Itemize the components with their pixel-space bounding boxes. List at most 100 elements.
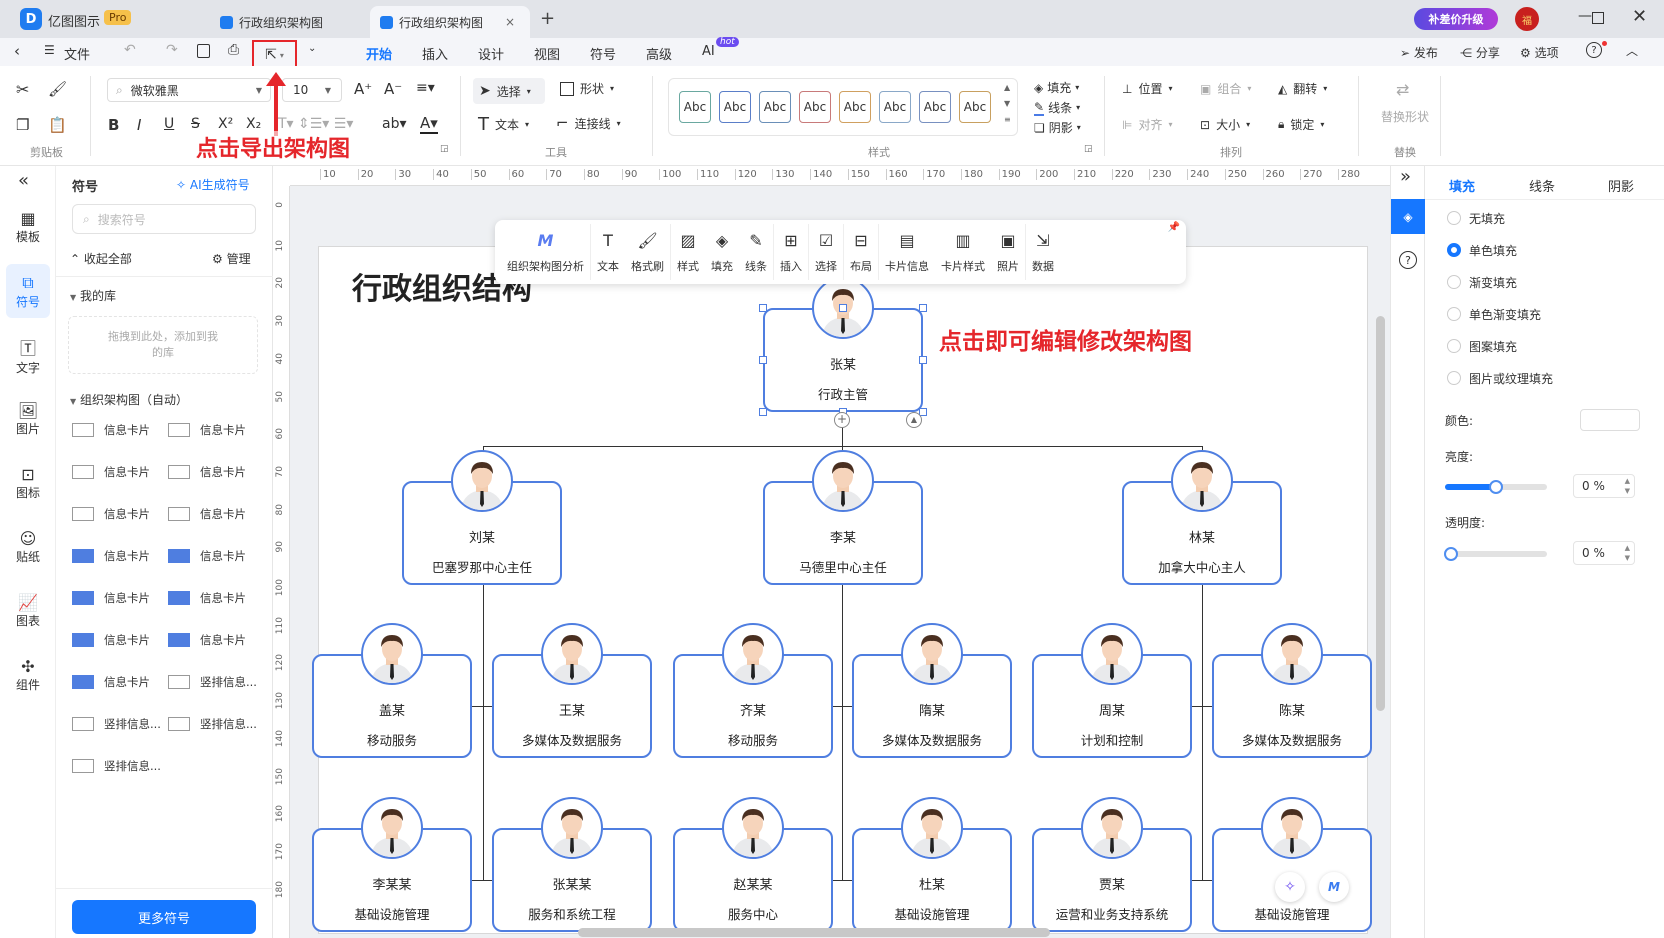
opacity-slider[interactable] bbox=[1444, 547, 1547, 561]
brightness-slider[interactable] bbox=[1445, 480, 1547, 494]
italic-icon[interactable]: I bbox=[137, 116, 141, 134]
collapse-all-button[interactable]: ⌃ 收起全部 bbox=[70, 250, 132, 267]
symbol-item[interactable]: 信息卡片 bbox=[168, 506, 246, 522]
symbol-item[interactable]: 竖排信息... bbox=[168, 674, 257, 690]
selection-handle[interactable] bbox=[839, 304, 847, 312]
selection-handle[interactable] bbox=[759, 304, 767, 312]
manage-button[interactable]: ⚙ 管理 bbox=[212, 250, 251, 267]
file-menu[interactable]: 文件 bbox=[64, 44, 90, 63]
float-tool-5[interactable]: ✎ 线条 bbox=[739, 224, 773, 280]
selection-handle[interactable] bbox=[919, 356, 927, 364]
style-launcher-icon[interactable]: ◲ bbox=[1084, 144, 1093, 154]
float-tool-3[interactable]: ▨ 样式 bbox=[670, 224, 705, 280]
flip-button[interactable]: ◭ 翻转 ▾ bbox=[1278, 80, 1327, 97]
format-painter-icon[interactable]: 🖌 bbox=[48, 80, 67, 98]
user-avatar[interactable]: 福 bbox=[1515, 7, 1539, 31]
rail-item-template[interactable]: ▦ 模板 bbox=[6, 200, 50, 254]
symbol-item[interactable]: 竖排信息... bbox=[168, 716, 257, 732]
tab-design[interactable]: 设计 bbox=[478, 44, 504, 63]
more-symbols-button[interactable]: 更多符号 bbox=[72, 900, 256, 934]
rail-item-icon[interactable]: ⊡ 图标 bbox=[6, 456, 50, 510]
line-spacing-icon[interactable]: T▾ ⇕☰▾ ☰▾ bbox=[278, 116, 353, 132]
cut-icon[interactable]: ✂ bbox=[16, 80, 29, 99]
options-button[interactable]: ⚙ 选项 bbox=[1520, 44, 1559, 61]
symbol-search-input[interactable]: ⌕ 搜索符号 bbox=[72, 204, 256, 234]
font-decrease-icon[interactable]: A⁻ bbox=[384, 80, 402, 98]
font-color-icon[interactable]: A▾ bbox=[420, 114, 438, 134]
symbol-item[interactable]: 信息卡片 bbox=[72, 464, 150, 480]
float-tool-11[interactable]: ▣ 照片 bbox=[991, 224, 1025, 280]
copy-icon[interactable]: ❐ bbox=[16, 116, 29, 134]
symbol-item[interactable]: 信息卡片 bbox=[72, 548, 150, 564]
fill-option-label[interactable]: 渐变填充 bbox=[1469, 274, 1517, 291]
minimize-icon[interactable]: — bbox=[1578, 8, 1592, 24]
lock-button[interactable]: 🔒︎ 锁定 ▾ bbox=[1278, 116, 1324, 133]
symbol-item[interactable]: 信息卡片 bbox=[72, 506, 150, 522]
replace-shape-icon[interactable]: ⇄ bbox=[1396, 80, 1409, 99]
add-node-plus-icon[interactable]: + bbox=[834, 412, 850, 428]
style-sample[interactable]: Abc bbox=[799, 91, 831, 123]
tab-shadow[interactable]: 阴影 bbox=[1608, 176, 1634, 195]
expand-panel-icon[interactable]: » bbox=[1400, 166, 1411, 187]
share-button[interactable]: ⋲ 分享 bbox=[1460, 44, 1500, 61]
org-chart-section[interactable]: ▼ 组织架构图（自动） bbox=[70, 391, 188, 408]
gallery-scroll-icon[interactable]: ▲ ▼ ≡ bbox=[1004, 80, 1011, 128]
back-icon[interactable]: ‹ bbox=[14, 42, 20, 60]
float-tool-1[interactable]: T 文本 bbox=[590, 224, 625, 280]
symbol-item[interactable]: 信息卡片 bbox=[168, 548, 246, 564]
pin-icon[interactable]: 📌 bbox=[1168, 222, 1180, 233]
new-tab-plus-icon[interactable]: + bbox=[540, 8, 555, 29]
paste-icon[interactable]: 📋 bbox=[48, 116, 67, 134]
font-size-select[interactable]: 10 ▼ bbox=[282, 78, 342, 102]
fill-option-label[interactable]: 图片或纹理填充 bbox=[1469, 370, 1553, 387]
line-button[interactable]: ✎ 线条 ▾ bbox=[1034, 99, 1080, 116]
rail-item-component[interactable]: ✣ 组件 bbox=[6, 648, 50, 702]
position-button[interactable]: ⊥ 位置 ▾ bbox=[1122, 80, 1172, 97]
float-tool-8[interactable]: ⊟ 布局 bbox=[843, 224, 878, 280]
doc-tab-2-active[interactable]: 行政组织架构图 × bbox=[370, 6, 530, 38]
selection-handle[interactable] bbox=[919, 304, 927, 312]
shape-tool-button[interactable]: 形状 ▾ bbox=[560, 80, 614, 97]
symbol-item[interactable]: 信息卡片 bbox=[168, 590, 246, 606]
ai-assist-sparkle-icon[interactable]: ✧ bbox=[1275, 872, 1305, 902]
fill-option-label[interactable]: 单色填充 bbox=[1469, 242, 1517, 259]
style-sample[interactable]: Abc bbox=[839, 91, 871, 123]
font-increase-icon[interactable]: A⁺ bbox=[354, 80, 372, 98]
replace-shape-button[interactable]: 替换形状 bbox=[1381, 108, 1429, 125]
group-button[interactable]: ▣ 组合 ▾ bbox=[1200, 80, 1251, 97]
brightness-knob[interactable] bbox=[1489, 480, 1503, 494]
float-tool-2[interactable]: 🖌 格式刷 bbox=[625, 224, 670, 280]
fill-option-label[interactable]: 单色渐变填充 bbox=[1469, 306, 1541, 323]
rail-item-text[interactable]: 🅃 文字 bbox=[6, 328, 50, 382]
rail-item-image[interactable]: 🖼 图片 bbox=[6, 392, 50, 446]
select-tool-button[interactable]: ➤ 选择 ▾ bbox=[473, 78, 545, 104]
brightness-input[interactable]: 0 % ▲ ▼ bbox=[1573, 474, 1635, 498]
symbol-item[interactable]: 信息卡片 bbox=[168, 632, 246, 648]
rail-item-chart[interactable]: 📈 图表 bbox=[6, 584, 50, 638]
fill-option-radio[interactable] bbox=[1447, 275, 1461, 289]
selection-handle[interactable] bbox=[759, 356, 767, 364]
size-button[interactable]: ⊡ 大小 ▾ bbox=[1200, 116, 1250, 133]
doc-tab-1[interactable]: 行政组织架构图 bbox=[210, 6, 365, 38]
symbol-item[interactable]: 信息卡片 bbox=[72, 632, 150, 648]
fill-option-radio[interactable] bbox=[1447, 339, 1461, 353]
float-tool-0[interactable]: M 组织架构图分析 bbox=[501, 224, 590, 280]
close-window-icon[interactable]: ✕ bbox=[1632, 6, 1647, 27]
float-tool-6[interactable]: ⊞ 插入 bbox=[773, 224, 808, 280]
tab-ai[interactable]: AI bbox=[702, 44, 715, 59]
fill-option-radio[interactable] bbox=[1447, 307, 1461, 321]
selection-handle[interactable] bbox=[759, 408, 767, 416]
symbol-item[interactable]: 竖排信息... bbox=[72, 716, 161, 732]
ai-generate-symbol-link[interactable]: ✧ AI生成符号 bbox=[176, 176, 250, 193]
fill-panel-tab[interactable]: ◈ bbox=[1391, 199, 1425, 234]
strikethrough-icon[interactable]: S bbox=[191, 116, 200, 132]
vertical-scrollbar[interactable] bbox=[1376, 316, 1385, 711]
style-sample[interactable]: Abc bbox=[679, 91, 711, 123]
fill-option-label[interactable]: 图案填充 bbox=[1469, 338, 1517, 355]
symbol-item[interactable]: 信息卡片 bbox=[72, 422, 150, 438]
horizontal-scrollbar[interactable] bbox=[578, 928, 1050, 937]
text-case-icon[interactable]: ab▾ bbox=[382, 116, 407, 132]
tab-view[interactable]: 视图 bbox=[534, 44, 560, 63]
redo-icon[interactable]: ↷ bbox=[166, 42, 178, 58]
style-sample[interactable]: Abc bbox=[879, 91, 911, 123]
